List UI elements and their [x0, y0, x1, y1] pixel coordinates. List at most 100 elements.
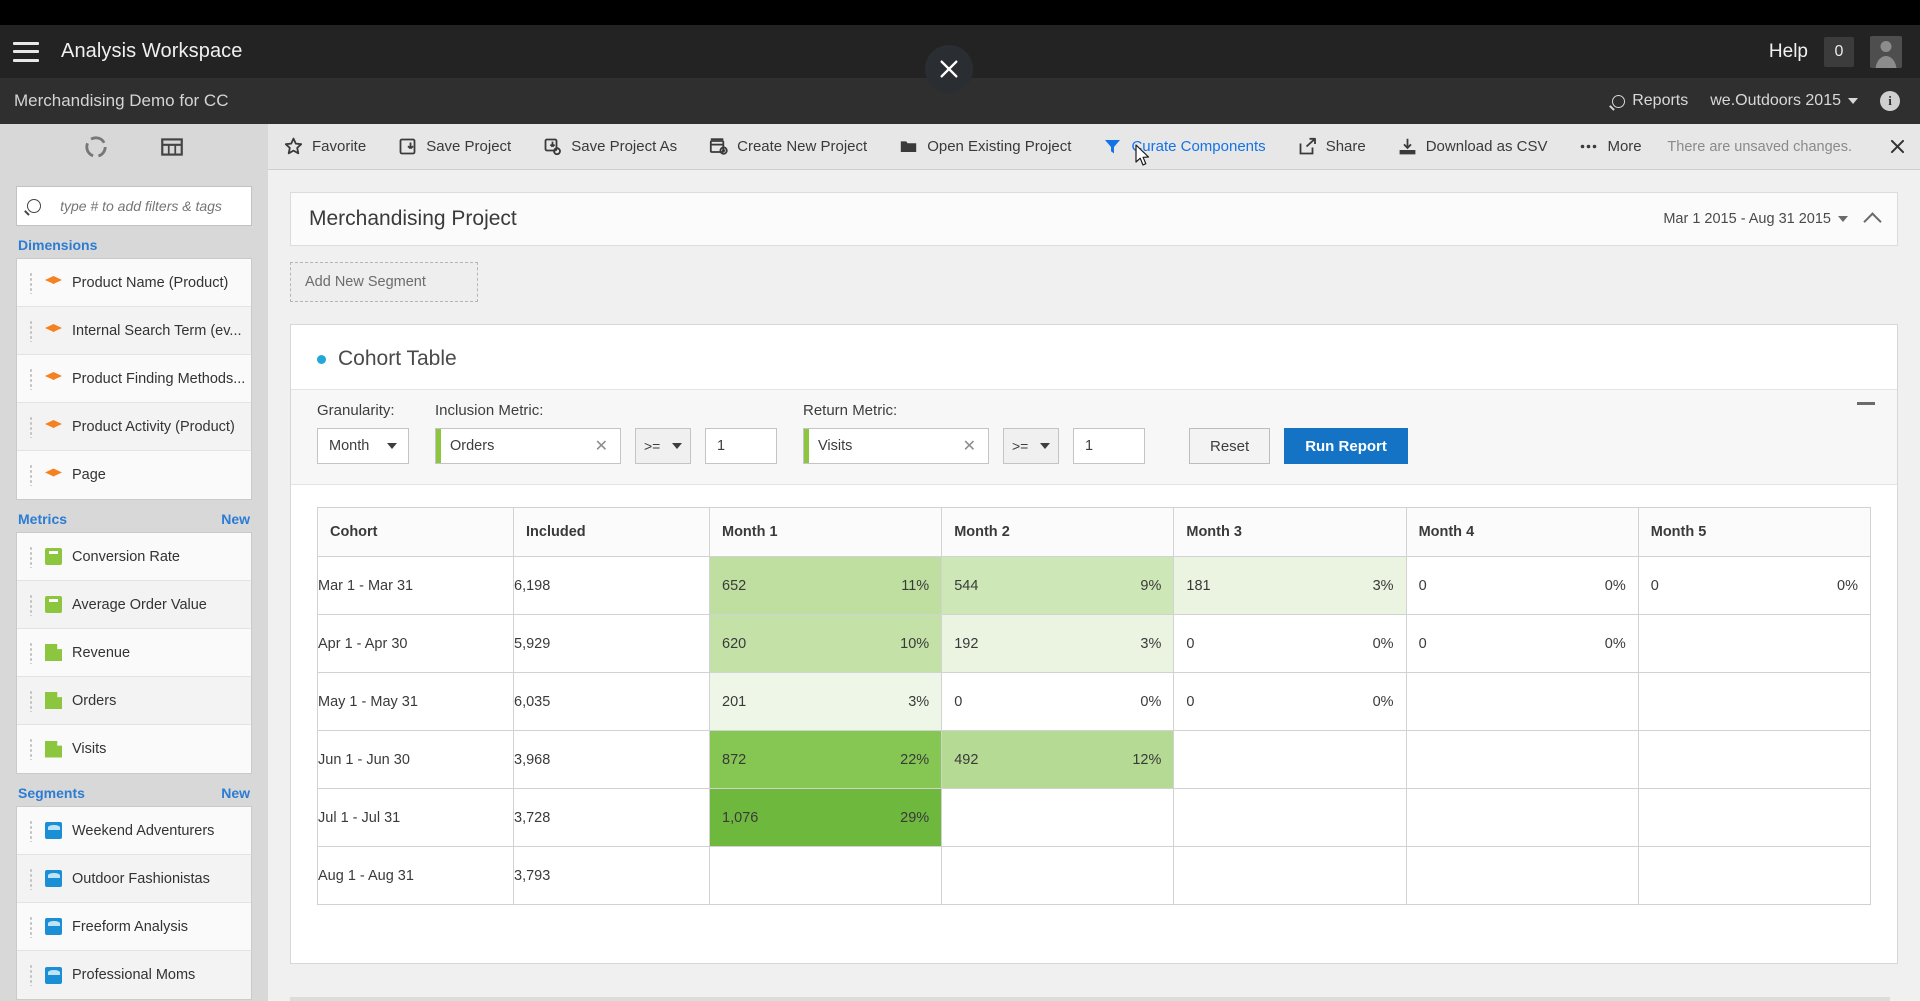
list-item-label: Revenue [72, 644, 131, 661]
granularity-select[interactable]: Month [317, 428, 409, 464]
segment-drop-area: Add New Segment [290, 262, 1898, 302]
chevron-down-icon [387, 443, 397, 449]
cohort-cell: Mar 1 - Mar 31 [317, 556, 514, 615]
list-item[interactable]: Conversion Rate [17, 533, 251, 581]
project-toolbar: Favorite Save Project Save Project As Creat… [268, 124, 1920, 170]
list-item[interactable]: Product Finding Methods... [17, 355, 251, 403]
retention-cell [1637, 730, 1872, 789]
hamburger-menu-icon[interactable] [13, 41, 39, 62]
collapse-chevron-up-icon[interactable] [1863, 211, 1882, 231]
retention-count: 0 [1650, 577, 1659, 594]
drag-handle-icon[interactable] [29, 464, 33, 486]
list-item[interactable]: Orders [17, 677, 251, 725]
cohort-cell: Apr 1 - Apr 30 [317, 614, 514, 673]
retention-percent: 0% [1372, 693, 1394, 710]
drag-handle-icon[interactable] [29, 689, 33, 712]
help-link[interactable]: Help [1769, 41, 1808, 63]
retention-cell-content: 0 0% [1407, 557, 1638, 614]
search-icon [1612, 94, 1626, 108]
list-item[interactable]: Product Activity (Product) [17, 403, 251, 451]
drag-handle-icon[interactable] [29, 867, 33, 890]
drag-handle-icon[interactable] [29, 819, 33, 842]
inclusion-metric-field[interactable]: Orders ✕ [435, 428, 621, 464]
retention-count: 201 [722, 693, 747, 710]
retention-count: 0 [1186, 693, 1195, 710]
segment-icon [45, 918, 62, 935]
list-item[interactable]: Weekend Adventurers [17, 807, 251, 855]
drag-handle-icon[interactable] [29, 367, 33, 390]
drag-handle-icon[interactable] [29, 738, 33, 760]
retention-cell-content: 0 0% [1407, 615, 1638, 672]
date-range-selector[interactable]: Mar 1 2015 - Aug 31 2015 [1663, 211, 1848, 227]
drag-handle-icon[interactable] [29, 415, 33, 438]
retention-percent: 3% [1372, 577, 1394, 594]
component-search[interactable] [16, 186, 252, 226]
chevron-down-icon [672, 443, 682, 449]
list-item[interactable]: Professional Moms [17, 951, 251, 999]
return-metric-field[interactable]: Visits ✕ [803, 428, 989, 464]
list-item[interactable]: Revenue [17, 629, 251, 677]
toolbar-favorite-button[interactable]: Favorite [268, 124, 382, 170]
drag-handle-icon[interactable] [29, 319, 33, 342]
table-row: Jun 1 - Jun 30 3,968 872 22% 492 12% [317, 730, 1872, 789]
section-new-button[interactable]: New [221, 785, 250, 801]
cohort-table-head: Cohort Included Month 1 Month 2 Month 3 Month… [317, 507, 1872, 557]
toolbar-save-project-button[interactable]: Save Project [382, 124, 527, 170]
run-report-button[interactable]: Run Report [1284, 428, 1408, 464]
toolbar-save-project-as-button[interactable]: Save Project As [527, 124, 693, 170]
toolbar-item-label: Create New Project [737, 138, 868, 155]
retention-cell [941, 788, 1175, 847]
inclusion-operator-select[interactable]: >= [635, 428, 691, 464]
toolbar-more-button[interactable]: More [1563, 124, 1657, 170]
granularity-value: Month [329, 438, 370, 454]
report-suite-selector[interactable]: we.Outdoors 2015 [1710, 92, 1858, 110]
column-header: Included [513, 507, 710, 557]
toolbar-close-button[interactable] [1874, 124, 1920, 170]
ellipsis-icon [1581, 144, 1597, 149]
chevron-down-icon [1838, 216, 1848, 222]
list-item[interactable]: Product Name (Product) [17, 259, 251, 307]
toolbar-create-new-project-button[interactable]: Create New Project [693, 124, 883, 170]
inclusion-threshold-input[interactable]: 1 [705, 428, 777, 464]
toolbar-download-as-csv-button[interactable]: Download as CSV [1382, 124, 1564, 170]
horizontal-scrollbar[interactable] [290, 997, 1890, 1001]
dimension-icon [45, 372, 62, 380]
search-input[interactable] [41, 198, 241, 214]
retention-cell [1405, 730, 1639, 789]
granularity-group: Granularity: Month [317, 402, 409, 464]
granularity-label: Granularity: [317, 402, 395, 419]
toolbar-curate-components-button[interactable]: Curate Components [1087, 124, 1281, 170]
reports-link[interactable]: Reports [1612, 92, 1688, 110]
components-donut-icon[interactable] [82, 133, 110, 161]
list-item[interactable]: Internal Search Term (ev... [17, 307, 251, 355]
reset-button[interactable]: Reset [1189, 428, 1271, 464]
add-new-segment-button[interactable]: Add New Segment [290, 262, 478, 302]
clear-inclusion-metric-icon[interactable]: ✕ [592, 436, 611, 456]
list-item[interactable]: Freeform Analysis [17, 903, 251, 951]
list-item[interactable]: Average Order Value [17, 581, 251, 629]
collapse-panel-minus-icon[interactable] [1857, 402, 1875, 405]
new-project-icon [710, 138, 728, 155]
table-row: Mar 1 - Mar 31 6,198 652 11% 544 9% 181 3% 0 0% 0 0… [317, 556, 1872, 615]
drag-handle-icon[interactable] [29, 593, 33, 616]
drag-handle-icon[interactable] [29, 545, 33, 568]
notification-badge[interactable]: 0 [1824, 36, 1854, 67]
retention-cell [1173, 730, 1407, 789]
list-item[interactable]: Outdoor Fashionistas [17, 855, 251, 903]
info-icon[interactable]: i [1880, 91, 1900, 111]
drag-handle-icon[interactable] [29, 641, 33, 664]
list-item[interactable]: Page [17, 451, 251, 499]
section-new-button[interactable]: New [221, 511, 250, 527]
table-panel-icon[interactable] [158, 133, 186, 161]
toolbar-share-button[interactable]: Share [1282, 124, 1382, 170]
return-operator-select[interactable]: >= [1003, 428, 1059, 464]
return-threshold-input[interactable]: 1 [1073, 428, 1145, 464]
toolbar-open-existing-project-button[interactable]: Open Existing Project [883, 124, 1087, 170]
drag-handle-icon[interactable] [29, 915, 33, 938]
drag-handle-icon[interactable] [29, 964, 33, 986]
list-item[interactable]: Visits [17, 725, 251, 773]
user-avatar-icon[interactable] [1870, 35, 1902, 68]
drag-handle-icon[interactable] [29, 271, 33, 294]
clear-return-metric-icon[interactable]: ✕ [960, 436, 979, 456]
overlay-close-button[interactable] [925, 45, 973, 93]
